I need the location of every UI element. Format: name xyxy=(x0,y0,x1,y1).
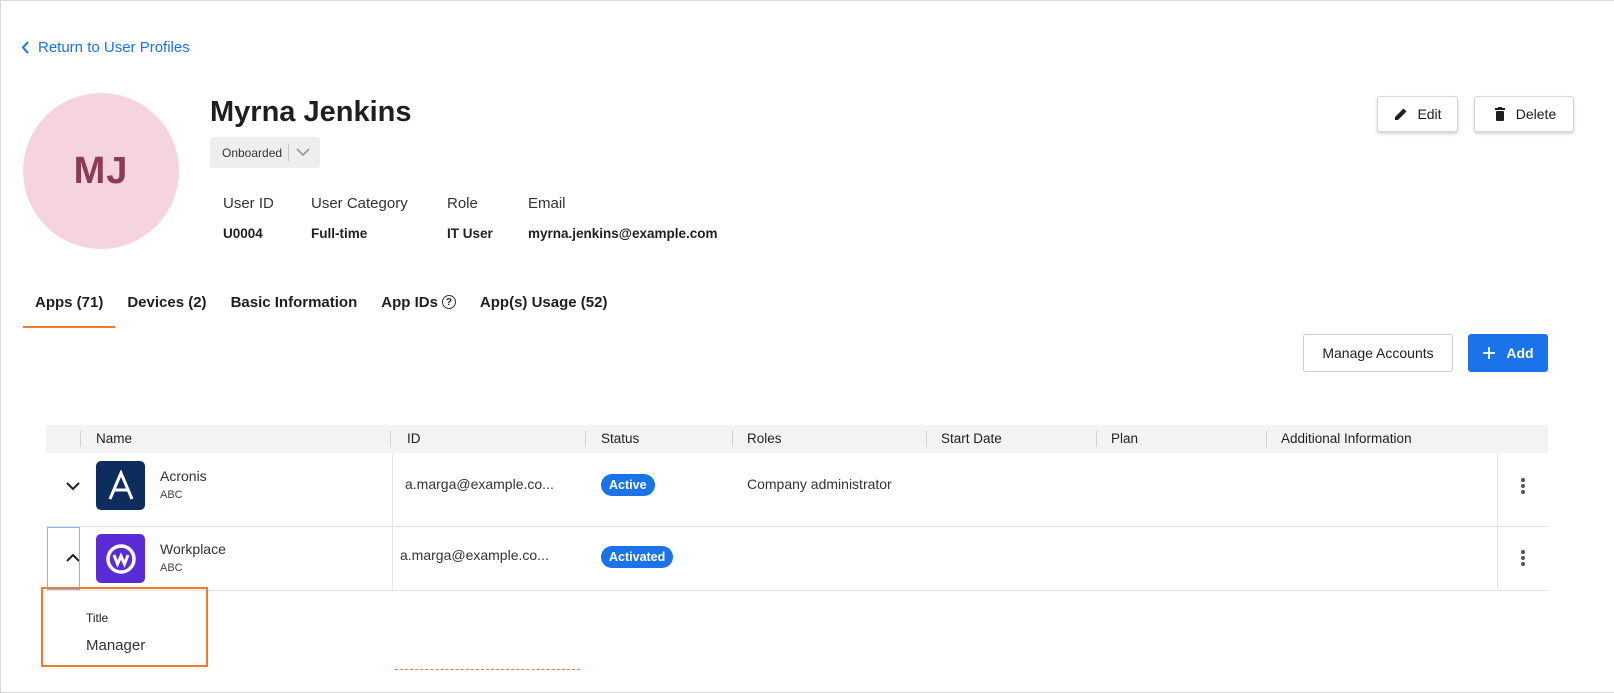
status-dropdown[interactable]: Onboarded xyxy=(210,137,320,168)
chevron-down-icon[interactable] xyxy=(64,477,82,495)
tab-bar: Apps (71) Devices (2) Basic Information … xyxy=(23,286,619,328)
status-badge: Active xyxy=(601,474,655,496)
column-header-start-date[interactable]: Start Date xyxy=(941,431,1002,446)
meta-label: Role xyxy=(447,195,478,212)
meta-user-id: User ID U0004 xyxy=(223,195,274,241)
avatar: MJ xyxy=(23,93,179,249)
column-separator xyxy=(80,431,81,447)
more-vertical-icon[interactable] xyxy=(1520,477,1526,495)
tab-devices[interactable]: Devices (2) xyxy=(115,286,218,328)
pencil-icon xyxy=(1395,108,1407,120)
meta-value: myrna.jenkins@example.com xyxy=(528,226,718,241)
delete-label: Delete xyxy=(1515,106,1557,122)
column-header-id[interactable]: ID xyxy=(407,431,421,446)
column-divider xyxy=(392,453,393,527)
status-divider xyxy=(288,144,289,161)
app-org: ABC xyxy=(160,489,183,501)
plus-icon xyxy=(1483,347,1496,359)
status-badge: Activated xyxy=(601,546,674,568)
workplace-logo xyxy=(96,534,145,583)
app-name: Workplace xyxy=(160,541,226,557)
delete-button[interactable]: Delete xyxy=(1474,96,1574,132)
tab-label: Basic Information xyxy=(230,294,358,311)
tab-app-usage[interactable]: App(s) Usage (52) xyxy=(468,286,620,328)
account-id: a.marga@example.co... xyxy=(400,547,549,563)
return-link[interactable]: Return to User Profiles xyxy=(21,39,190,56)
column-separator[interactable] xyxy=(585,431,586,447)
chevron-down-icon xyxy=(296,148,310,157)
app-name: Acronis xyxy=(160,468,207,484)
chevron-left-icon xyxy=(21,41,29,54)
trash-icon xyxy=(1494,107,1505,121)
column-header-roles[interactable]: Roles xyxy=(747,431,782,446)
expanded-detail-panel: Title Manager xyxy=(41,587,208,667)
tab-label: Apps (71) xyxy=(35,294,104,311)
tab-app-ids[interactable]: App IDs? xyxy=(369,286,468,328)
column-separator[interactable] xyxy=(926,431,927,447)
meta-label: Email xyxy=(528,195,566,212)
avatar-initials: MJ xyxy=(73,149,129,192)
tab-apps[interactable]: Apps (71) xyxy=(23,286,116,328)
detail-value: Manager xyxy=(86,637,146,654)
meta-label: User ID xyxy=(223,195,274,212)
edit-label: Edit xyxy=(1417,106,1442,122)
edit-button[interactable]: Edit xyxy=(1377,96,1458,132)
meta-value: IT User xyxy=(447,226,493,241)
column-header-status[interactable]: Status xyxy=(601,431,639,446)
column-header-plan[interactable]: Plan xyxy=(1111,431,1138,446)
more-vertical-icon[interactable] xyxy=(1520,549,1526,567)
meta-value: U0004 xyxy=(223,226,263,241)
tab-label: Devices (2) xyxy=(127,294,207,311)
table-row: Workplace ABC a.marga@example.co... Acti… xyxy=(46,527,1548,591)
column-separator[interactable] xyxy=(732,431,733,447)
help-circle-icon[interactable]: ? xyxy=(441,295,456,309)
highlight-marker xyxy=(395,669,580,671)
column-header-name[interactable]: Name xyxy=(96,431,132,446)
meta-user-category: User Category Full-time xyxy=(311,195,408,241)
expander-focus-ring xyxy=(47,527,80,590)
app-org: ABC xyxy=(160,562,183,574)
table-header: Name ID Status Roles Start Date Plan Add… xyxy=(46,425,1548,453)
table-row: Acronis ABC a.marga@example.co... Active… xyxy=(46,453,1548,527)
column-separator[interactable] xyxy=(1096,431,1097,447)
meta-label: User Category xyxy=(311,195,408,212)
column-header-additional-information[interactable]: Additional Information xyxy=(1281,431,1412,446)
meta-value: Full-time xyxy=(311,226,368,241)
column-divider xyxy=(1497,453,1498,527)
tab-basic-information[interactable]: Basic Information xyxy=(219,286,370,328)
meta-role: Role IT User xyxy=(447,195,493,241)
add-button[interactable]: Add xyxy=(1468,334,1548,372)
manage-accounts-label: Manage Accounts xyxy=(1322,345,1434,361)
meta-email: Email myrna.jenkins@example.com xyxy=(528,195,718,241)
role-value: Company administrator xyxy=(747,476,892,492)
return-link-label: Return to User Profiles xyxy=(38,39,190,56)
column-divider xyxy=(392,527,393,591)
tab-label: App IDs xyxy=(381,294,438,311)
acronis-logo xyxy=(96,461,145,510)
column-separator[interactable] xyxy=(390,431,391,447)
manage-accounts-button[interactable]: Manage Accounts xyxy=(1303,334,1453,372)
column-divider xyxy=(1497,527,1498,591)
detail-label: Title xyxy=(86,611,109,625)
user-name: Myrna Jenkins xyxy=(210,96,412,128)
status-value: Onboarded xyxy=(222,145,283,160)
add-label: Add xyxy=(1506,345,1534,361)
column-separator[interactable] xyxy=(1266,431,1267,447)
tab-label: App(s) Usage (52) xyxy=(479,294,608,311)
account-id: a.marga@example.co... xyxy=(405,476,554,492)
